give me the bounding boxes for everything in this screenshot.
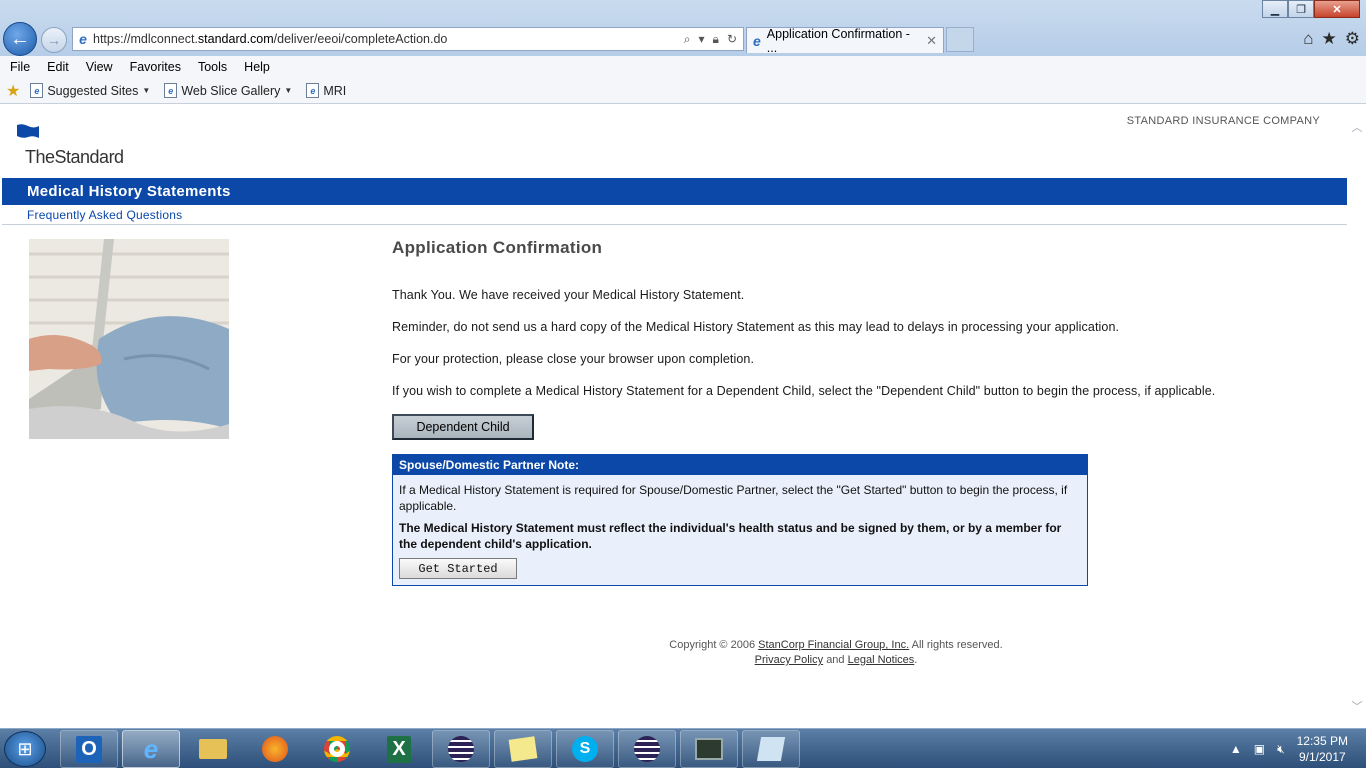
menu-tools[interactable]: Tools [198, 60, 227, 74]
eclipse-taskbar-icon-2[interactable] [618, 730, 676, 768]
volume-muted-icon[interactable]: 🔇︎ [1277, 742, 1285, 757]
firefox-taskbar-icon[interactable] [246, 730, 304, 768]
ie-page-icon: e [79, 31, 87, 47]
clock-date: 9/1/2017 [1298, 750, 1346, 764]
dependent-child-button[interactable]: Dependent Child [392, 414, 534, 440]
page-icon: e [306, 83, 320, 98]
legal-notices-link[interactable]: Legal Notices [848, 654, 915, 666]
home-icon[interactable]: ⌂ [1303, 29, 1313, 49]
standard-flag-logo-icon [17, 124, 39, 138]
window-controls: ▁ ❐ ✕ [1262, 0, 1360, 18]
maximize-icon[interactable]: ❐ [1288, 0, 1314, 18]
file-explorer-taskbar-icon[interactable] [184, 730, 242, 768]
tab-application-confirmation[interactable]: e Application Confirmation - ... ✕ [746, 26, 944, 55]
notepad-taskbar-icon[interactable] [742, 730, 800, 768]
menu-bar: File Edit View Favorites Tools Help [0, 56, 1366, 78]
favorites-star-icon[interactable]: ★ [1322, 29, 1337, 49]
note-bold-text: The Medical History Statement must refle… [399, 521, 1062, 551]
footer: Copyright © 2006 StanCorp Financial Grou… [669, 639, 1003, 666]
back-button[interactable]: ← [3, 22, 37, 56]
internet-explorer-taskbar-icon[interactable]: e [122, 730, 180, 768]
windows-taskbar: ⊞ O e X S ▲ ▣ 🔇︎ 12:35 PM 9/1/2017 [0, 728, 1366, 768]
page-viewport: TheStandard STANDARD INSURANCE COMPANY M… [0, 105, 1366, 728]
dropdown-caret-icon: ▼ [142, 86, 151, 95]
dependent-child-instructions: If you wish to complete a Medical Histor… [392, 384, 1216, 398]
address-bar[interactable]: e https://mdlconnect.standard.com/delive… [72, 27, 744, 51]
menu-file[interactable]: File [10, 60, 30, 74]
url-text[interactable]: https://mdlconnect.standard.com/deliver/… [93, 32, 684, 46]
monitor-app-taskbar-icon[interactable] [680, 730, 738, 768]
new-tab-button[interactable] [946, 27, 974, 52]
favorites-bar: ★ e Suggested Sites ▼ e Web Slice Galler… [0, 78, 1366, 104]
laptop-photo [29, 239, 229, 439]
reminder-text: Reminder, do not send us a hard copy of … [392, 320, 1120, 334]
browser-title-bar: ▁ ❐ ✕ ← → e https://mdlconnect.standard.… [0, 0, 1366, 56]
get-started-button[interactable]: Get Started [399, 558, 517, 579]
banner-title: Medical History Statements [27, 183, 231, 200]
privacy-policy-link[interactable]: Privacy Policy [755, 654, 823, 666]
skype-taskbar-icon[interactable]: S [556, 730, 614, 768]
fav-suggested-sites[interactable]: e Suggested Sites ▼ [30, 83, 150, 98]
outlook-taskbar-icon[interactable]: O [60, 730, 118, 768]
system-tray: ▲ ▣ 🔇︎ 12:35 PM 9/1/2017 [1230, 733, 1348, 765]
standard-logo-text: TheStandard [25, 147, 124, 167]
thank-you-text: Thank You. We have received your Medical… [392, 288, 745, 302]
menu-help[interactable]: Help [244, 60, 270, 74]
gear-icon[interactable]: ⚙ [1345, 29, 1360, 49]
forward-button[interactable]: → [41, 27, 67, 53]
menu-view[interactable]: View [86, 60, 113, 74]
eclipse-taskbar-icon[interactable] [432, 730, 490, 768]
dropdown-caret-icon: ▼ [284, 86, 293, 95]
fav-mri[interactable]: e MRI [306, 83, 346, 98]
vertical-scrollbar[interactable]: ︿ ﹀ [1348, 105, 1366, 728]
chevron-down-icon[interactable]: ▾ [699, 32, 705, 47]
spouse-note-box: Spouse/Domestic Partner Note: If a Medic… [392, 454, 1088, 586]
faq-link[interactable]: Frequently Asked Questions [27, 208, 182, 222]
scroll-down-arrow-icon[interactable]: ﹀ [1351, 698, 1363, 714]
stancorp-link[interactable]: StanCorp Financial Group, Inc. [758, 639, 909, 651]
page-title: Application Confirmation [392, 238, 603, 257]
chrome-taskbar-icon[interactable] [308, 730, 366, 768]
main-content: Application Confirmation Thank You. We h… [392, 238, 1292, 586]
show-hidden-icons-icon[interactable]: ▲ [1230, 742, 1242, 756]
protection-text: For your protection, please close your b… [392, 352, 755, 366]
banner: Medical History Statements [2, 178, 1347, 205]
network-icon[interactable]: ▣ [1254, 742, 1265, 756]
sticky-notes-taskbar-icon[interactable] [494, 730, 552, 768]
search-icon[interactable]: ⌕ [684, 32, 691, 47]
scroll-up-arrow-icon[interactable]: ︿ [1351, 119, 1363, 135]
minimize-icon[interactable]: ▁ [1262, 0, 1288, 18]
note-text: If a Medical History Statement is requir… [399, 483, 1068, 513]
sub-navigation: Frequently Asked Questions [2, 205, 1347, 225]
excel-taskbar-icon[interactable]: X [370, 730, 428, 768]
tab-close-icon[interactable]: ✕ [926, 33, 937, 49]
menu-edit[interactable]: Edit [47, 60, 69, 74]
note-heading: Spouse/Domestic Partner Note: [393, 455, 1087, 475]
add-favorite-star-icon[interactable]: ★ [6, 81, 20, 101]
ie-tab-icon: e [753, 32, 761, 49]
menu-favorites[interactable]: Favorites [130, 60, 181, 74]
clock[interactable]: 12:35 PM 9/1/2017 [1297, 733, 1348, 765]
lock-icon[interactable]: 🔒︎ [713, 32, 719, 47]
page-icon: e [164, 83, 178, 98]
start-button[interactable]: ⊞ [4, 731, 46, 767]
clock-time: 12:35 PM [1296, 734, 1348, 748]
company-name: STANDARD INSURANCE COMPANY [1126, 115, 1320, 127]
refresh-icon[interactable]: ↻ [727, 32, 737, 47]
close-icon[interactable]: ✕ [1314, 0, 1360, 18]
fav-web-slice-gallery[interactable]: e Web Slice Gallery ▼ [164, 83, 292, 98]
tab-title: Application Confirmation - ... [766, 26, 910, 55]
page-icon: e [30, 83, 44, 98]
